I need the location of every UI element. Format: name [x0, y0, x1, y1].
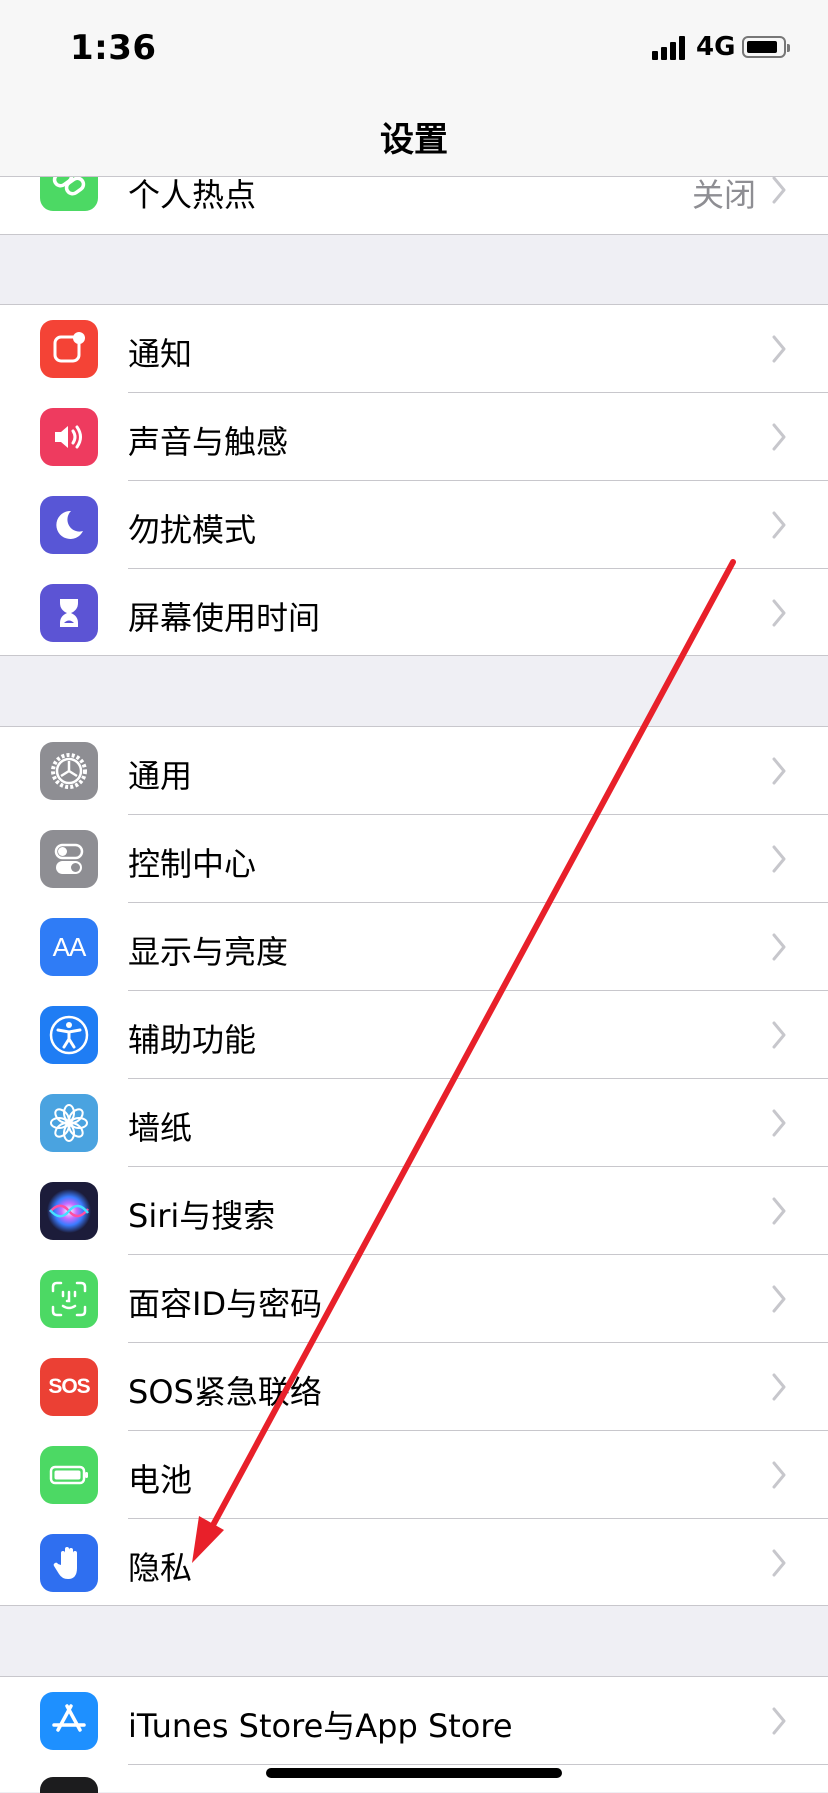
row-label: 控制中心 [128, 845, 257, 883]
cellular-signal-icon [652, 36, 686, 60]
settings-row-accessibility[interactable]: 辅助功能 [0, 991, 828, 1079]
settings-row-control-center[interactable]: 控制中心 [0, 815, 828, 903]
chevron-right-icon [772, 1285, 786, 1313]
chevron-right-icon [772, 845, 786, 873]
status-time: 1:36 [70, 28, 157, 68]
chevron-right-icon [772, 1021, 786, 1049]
moon-icon [40, 496, 98, 554]
battery-icon [40, 1446, 98, 1504]
icon-glyph: AA [52, 931, 87, 962]
row-label: 电池 [128, 1461, 193, 1499]
home-indicator[interactable] [266, 1768, 562, 1778]
chevron-right-icon [772, 1373, 786, 1401]
settings-list: 个人热点 关闭 通知 声音与触感 勿扰模式 屏幕使用时间 通用 控制中心 AA … [0, 0, 828, 1793]
notification-badge-icon [40, 320, 98, 378]
row-label: Siri与搜索 [128, 1197, 276, 1235]
settings-row-sounds[interactable]: 声音与触感 [0, 393, 828, 481]
text-size-icon: AA [40, 918, 98, 976]
chevron-right-icon [772, 933, 786, 961]
settings-row-screen-time[interactable]: 屏幕使用时间 [0, 569, 828, 657]
page-title: 设置 [380, 120, 448, 160]
hand-icon [40, 1534, 98, 1592]
row-label: 通用 [128, 757, 193, 795]
row-label: 通知 [128, 335, 193, 373]
icon-glyph: SOS [48, 1375, 90, 1398]
hourglass-icon [40, 584, 98, 642]
face-id-icon [40, 1270, 98, 1328]
row-label: 屏幕使用时间 [128, 599, 321, 637]
status-bar: 1:36 4G [0, 0, 828, 100]
toggle-switches-icon [40, 830, 98, 888]
settings-row-itunes-app-store[interactable]: iTunes Store与App Store [0, 1677, 828, 1765]
row-label: 辅助功能 [128, 1021, 257, 1059]
chevron-right-icon [772, 1461, 786, 1489]
settings-row-siri[interactable]: Siri与搜索 [0, 1167, 828, 1255]
row-label: 墙纸 [128, 1109, 193, 1147]
chevron-right-icon [772, 335, 786, 363]
group-notifications: 通知 声音与触感 勿扰模式 屏幕使用时间 [0, 304, 828, 656]
chevron-right-icon [772, 423, 786, 451]
chevron-right-icon [772, 1707, 786, 1735]
settings-row-face-id[interactable]: 面容ID与密码 [0, 1255, 828, 1343]
settings-row-wallpaper[interactable]: 墙纸 [0, 1079, 828, 1167]
chevron-right-icon [772, 599, 786, 627]
settings-row-do-not-disturb[interactable]: 勿扰模式 [0, 481, 828, 569]
row-label: 面容ID与密码 [128, 1285, 323, 1323]
settings-row-battery[interactable]: 电池 [0, 1431, 828, 1519]
flower-icon [40, 1094, 98, 1152]
siri-orb-icon [40, 1182, 98, 1240]
accessibility-person-icon [40, 1006, 98, 1064]
row-label: 隐私 [128, 1549, 193, 1587]
app-store-icon [40, 1692, 98, 1750]
row-label: 声音与触感 [128, 423, 289, 461]
settings-row-privacy[interactable]: 隐私 [0, 1519, 828, 1607]
row-label: iTunes Store与App Store [128, 1707, 513, 1745]
chevron-right-icon [772, 1109, 786, 1137]
settings-row-emergency-sos[interactable]: SOS SOS紧急联络 [0, 1343, 828, 1431]
network-type: 4G [696, 32, 736, 62]
chevron-right-icon [772, 757, 786, 785]
row-label: SOS紧急联络 [128, 1373, 322, 1411]
gear-icon [40, 742, 98, 800]
status-battery-icon [742, 36, 790, 58]
speaker-icon [40, 408, 98, 466]
chevron-right-icon [772, 1197, 786, 1225]
settings-row-general[interactable]: 通用 [0, 727, 828, 815]
app-icon-partial [40, 1777, 98, 1793]
navigation-bar: 设置 [0, 100, 828, 177]
chevron-right-icon [772, 511, 786, 539]
row-label: 勿扰模式 [128, 511, 257, 549]
sos-icon: SOS [40, 1358, 98, 1416]
settings-row-display-brightness[interactable]: AA 显示与亮度 [0, 903, 828, 991]
group-general: 通用 控制中心 AA 显示与亮度 辅助功能 墙纸 Siri与搜索 面容ID与密码… [0, 726, 828, 1606]
chevron-right-icon [772, 176, 786, 204]
row-label: 显示与亮度 [128, 933, 289, 971]
chevron-right-icon [772, 1549, 786, 1577]
settings-row-notifications[interactable]: 通知 [0, 305, 828, 393]
